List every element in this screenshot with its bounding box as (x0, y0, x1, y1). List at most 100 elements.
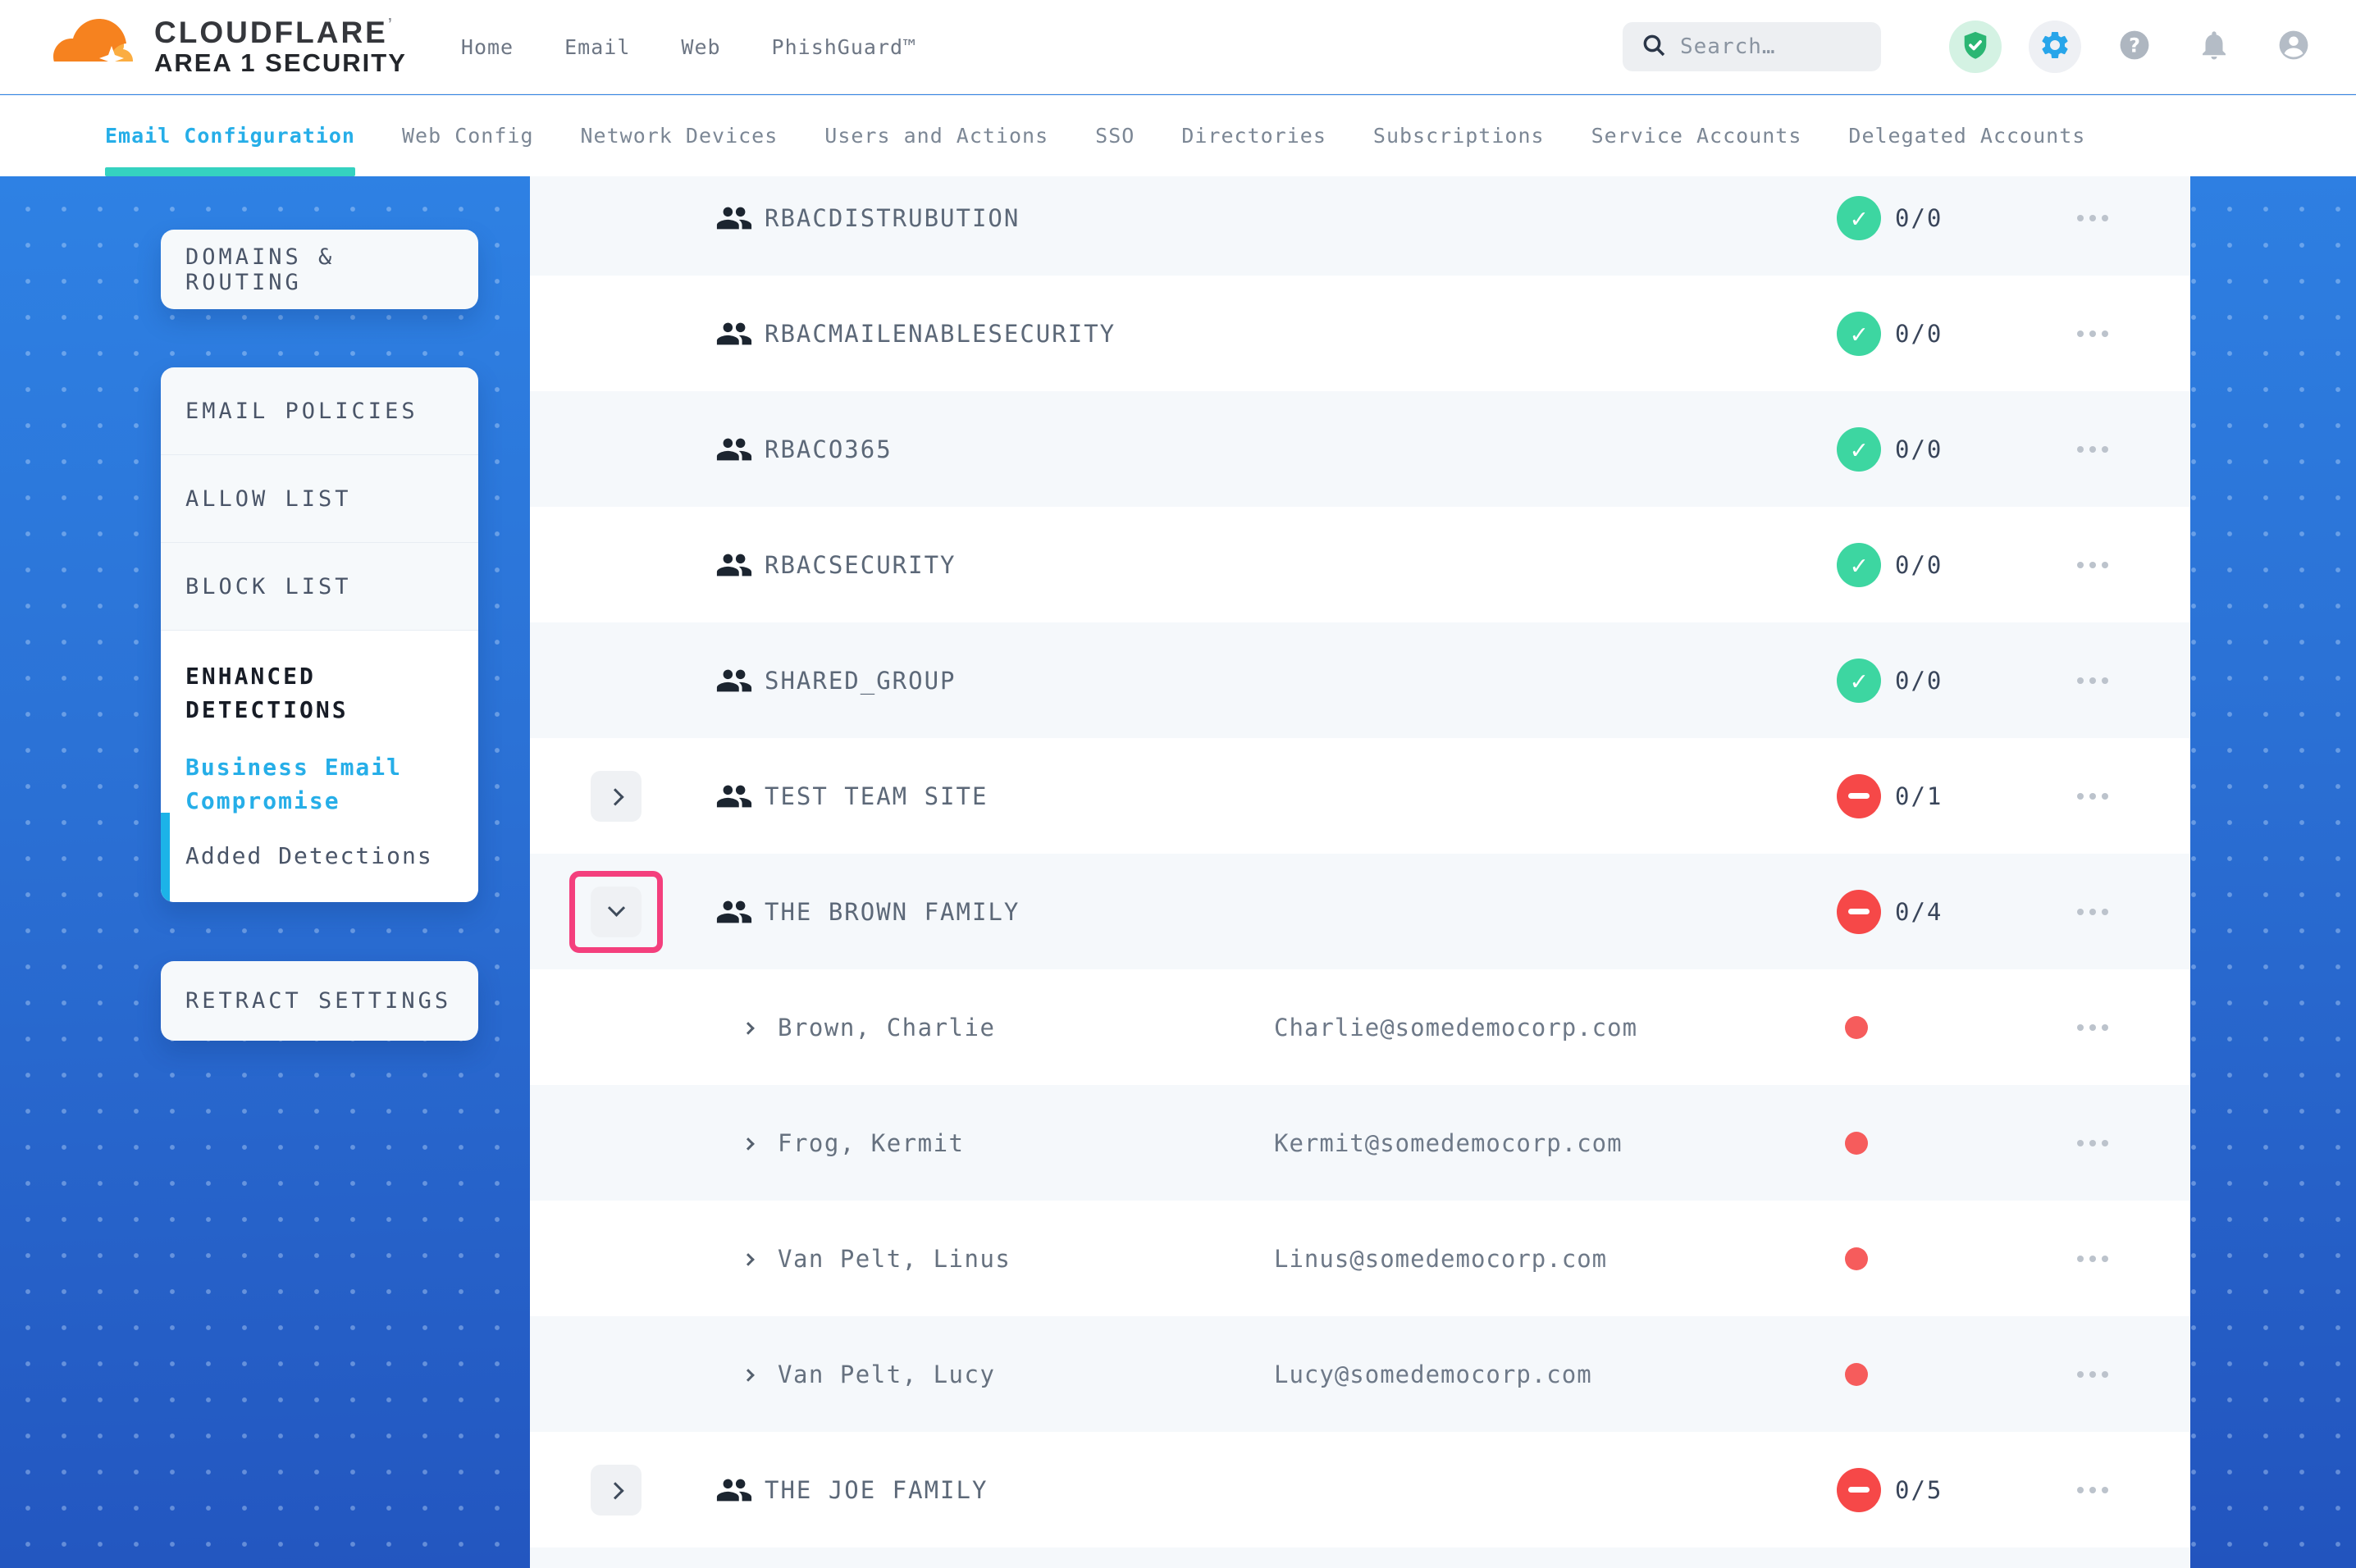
nav-phishguard[interactable]: PhishGuard™ (772, 35, 917, 59)
sidebar-item-allow-list[interactable]: ALLOW LIST (161, 455, 478, 543)
group-name: SHARED_GROUP (765, 667, 957, 695)
groups-table: RBACDISTRUBUTION ✓ 0/0 RBACMAILENABLESEC… (530, 176, 2190, 1568)
status-badge-ok: ✓ (1837, 196, 1881, 240)
sidebar-item-block-list[interactable]: BLOCK LIST (161, 543, 478, 631)
tab-subscriptions[interactable]: Subscriptions (1373, 95, 1545, 176)
sidebar-enhanced-detections-section: ENHANCED DETECTIONS Business Email Compr… (161, 631, 478, 902)
member-count: 0/0 (1895, 435, 1943, 463)
group-name: THE JOE FAMILY (765, 1476, 988, 1504)
row-menu-button[interactable] (2071, 319, 2115, 349)
cloudflare-logo[interactable]: CLOUDFLARE’ AREA 1 SECURITY (48, 13, 407, 80)
member-name: Frog, Kermit (778, 1129, 965, 1157)
member-count: 0/5 (1895, 1476, 1943, 1504)
chevron-right-icon (742, 1137, 755, 1151)
group-icon (715, 664, 753, 697)
row-menu-button[interactable] (2071, 1475, 2115, 1505)
table-row-group: RBACMAILENABLESECURITY ✓ 0/0 (530, 276, 2190, 391)
sidebar-item-label: BLOCK LIST (185, 574, 352, 599)
tab-web-config[interactable]: Web Config (402, 95, 534, 176)
table-row-member: Van Pelt, Lucy Lucy@somedemocorp.com (530, 1316, 2190, 1432)
content-area: DOMAINS & ROUTING EMAIL POLICIES ALLOW L… (0, 176, 2356, 1568)
row-menu-button[interactable] (2071, 782, 2115, 811)
table-row-group: RBACO365 ✓ 0/0 (530, 391, 2190, 507)
table-row-member: Brown, Charlie Charlie@somedemocorp.com (530, 969, 2190, 1085)
row-menu-button[interactable] (2071, 1360, 2115, 1389)
sidebar-item-retract-settings[interactable]: RETRACT SETTINGS (161, 961, 478, 1041)
tab-network-devices[interactable]: Network Devices (581, 95, 778, 176)
member-name: Brown, Charlie (778, 1014, 995, 1042)
expand-member-button[interactable] (745, 1138, 778, 1147)
sidebar-item-domains-routing[interactable]: DOMAINS & ROUTING (161, 230, 478, 309)
sidebar-item-enhanced-detections[interactable]: ENHANCED DETECTIONS (185, 660, 454, 727)
svg-text:?: ? (2129, 34, 2140, 57)
group-icon (715, 549, 753, 581)
status-dot-blocked (1845, 1016, 1868, 1039)
status-badge-ok: ✓ (1837, 427, 1881, 472)
group-name: RBACDISTRUBUTION (765, 204, 1020, 232)
search-box[interactable] (1623, 22, 1881, 71)
security-status-button[interactable] (1949, 21, 2002, 73)
collapse-row-button[interactable] (591, 887, 642, 937)
notifications-button[interactable] (2188, 21, 2240, 73)
expand-member-button[interactable] (745, 1254, 778, 1263)
top-header: CLOUDFLARE’ AREA 1 SECURITY Home Email W… (0, 0, 2356, 94)
sidebar: DOMAINS & ROUTING EMAIL POLICIES ALLOW L… (161, 230, 478, 1041)
sidebar-item-label: EMAIL POLICIES (185, 399, 418, 424)
logo-trademark: ’ (388, 16, 395, 32)
sidebar-item-label: ALLOW LIST (185, 486, 352, 512)
row-menu-button[interactable] (2071, 1013, 2115, 1042)
expand-member-button[interactable] (745, 1023, 778, 1032)
expand-row-button[interactable] (591, 771, 642, 822)
account-button[interactable] (2267, 21, 2320, 73)
status-badge-blocked (1837, 774, 1881, 818)
group-icon (715, 202, 753, 235)
active-item-indicator (161, 813, 170, 902)
settings-button[interactable] (2029, 21, 2081, 73)
expand-member-button[interactable] (745, 1370, 778, 1379)
sidebar-item-business-email-compromise[interactable]: Business Email Compromise (185, 751, 454, 818)
nav-web[interactable]: Web (681, 35, 720, 59)
member-count: 0/0 (1895, 320, 1943, 348)
tab-email-configuration[interactable]: Email Configuration (105, 95, 355, 176)
gear-icon (2039, 29, 2071, 65)
shield-check-icon (1960, 30, 1991, 64)
row-menu-button[interactable] (2071, 203, 2115, 233)
row-menu-button[interactable] (2071, 550, 2115, 580)
sidebar-item-label: RETRACT SETTINGS (185, 988, 451, 1014)
row-menu-button[interactable] (2071, 666, 2115, 695)
tab-service-accounts[interactable]: Service Accounts (1591, 95, 1802, 176)
primary-nav: Home Email Web PhishGuard™ (461, 35, 916, 59)
group-name: TEST TEAM SITE (765, 782, 988, 810)
chevron-down-icon (607, 900, 624, 917)
sidebar-item-added-detections[interactable]: Added Detections (185, 842, 454, 869)
row-menu-button[interactable] (2071, 897, 2115, 927)
tab-directories[interactable]: Directories (1181, 95, 1326, 176)
status-dot-blocked (1845, 1247, 1868, 1270)
member-count: 0/1 (1895, 782, 1943, 810)
group-name: RBACO365 (765, 435, 893, 463)
row-menu-button[interactable] (2071, 435, 2115, 464)
member-count: 0/0 (1895, 204, 1943, 232)
section-tabs: Email Configuration Web Config Network D… (0, 95, 2356, 176)
tab-delegated-accounts[interactable]: Delegated Accounts (1848, 95, 2085, 176)
tab-sso[interactable]: SSO (1095, 95, 1135, 176)
chevron-right-icon (606, 1482, 623, 1499)
sidebar-item-email-policies[interactable]: EMAIL POLICIES (161, 367, 478, 455)
tab-users-and-actions[interactable]: Users and Actions (824, 95, 1048, 176)
table-row-group: THE JOE FAMILY 0/5 (530, 1432, 2190, 1547)
group-icon (715, 780, 753, 813)
chevron-right-icon (606, 788, 623, 805)
sidebar-policies-card: EMAIL POLICIES ALLOW LIST BLOCK LIST ENH… (161, 367, 478, 902)
row-menu-button[interactable] (2071, 1244, 2115, 1274)
screen: CLOUDFLARE’ AREA 1 SECURITY Home Email W… (0, 0, 2356, 1568)
table-rows: RBACDISTRUBUTION ✓ 0/0 RBACMAILENABLESEC… (530, 176, 2190, 1547)
expand-row-button[interactable] (591, 1465, 642, 1516)
group-icon (715, 1474, 753, 1506)
nav-home[interactable]: Home (461, 35, 514, 59)
search-input[interactable] (1680, 34, 1863, 59)
status-badge-ok: ✓ (1837, 312, 1881, 356)
nav-email[interactable]: Email (564, 35, 630, 59)
help-button[interactable]: ? (2108, 21, 2161, 73)
status-dot-blocked (1845, 1363, 1868, 1386)
row-menu-button[interactable] (2071, 1128, 2115, 1158)
